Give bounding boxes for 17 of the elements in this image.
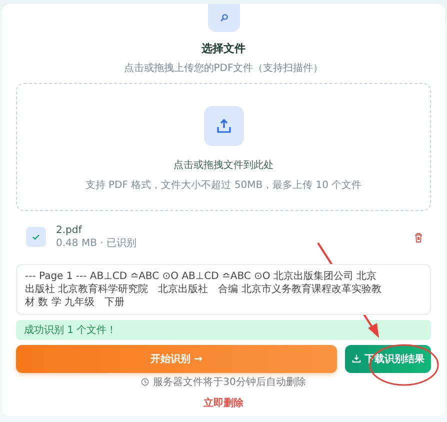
- auto-delete-note: 服务器文件将于30分钟后自动删除: [153, 376, 306, 389]
- clock-icon: [141, 378, 150, 386]
- delete-now-link[interactable]: 立即删除: [204, 390, 244, 416]
- section-title: 选择文件: [202, 40, 246, 56]
- delete-icon[interactable]: [414, 232, 423, 243]
- drop-hint: 支持 PDF 格式，文件大小不超过 50MB，最多上传 10 个文件: [85, 178, 362, 192]
- search-icon: [208, 4, 240, 32]
- download-icon: [352, 354, 360, 364]
- drop-title: 点击或拖拽文件到此处: [174, 158, 274, 172]
- success-message: 成功识别 1 个文件！: [16, 320, 431, 340]
- file-meta: 0.48 MB · 已识别: [56, 236, 138, 250]
- extracted-text: --- Page 1 --- AB⊥CD ≏ABC ⊙O AB⊥CD ≏ABC ⊙O 北京出版集团公司 北京出版社 北京教育科学研究院 北京出版社 合编 北京市义务教育课程改革实验教材 数 学 九年级 下册: [16, 264, 431, 315]
- file-name: 2.pdf: [56, 224, 83, 236]
- start-button[interactable]: 开始识别 →: [16, 344, 337, 373]
- drop-zone[interactable]: 点击或拖拽文件到此处 支持 PDF 格式，文件大小不超过 50MB，最多上传 10 个文件: [16, 82, 431, 211]
- upload-icon: [204, 106, 244, 146]
- section-subtitle: 点击或拖拽上传您的PDF文件（支持扫描件）: [124, 62, 324, 75]
